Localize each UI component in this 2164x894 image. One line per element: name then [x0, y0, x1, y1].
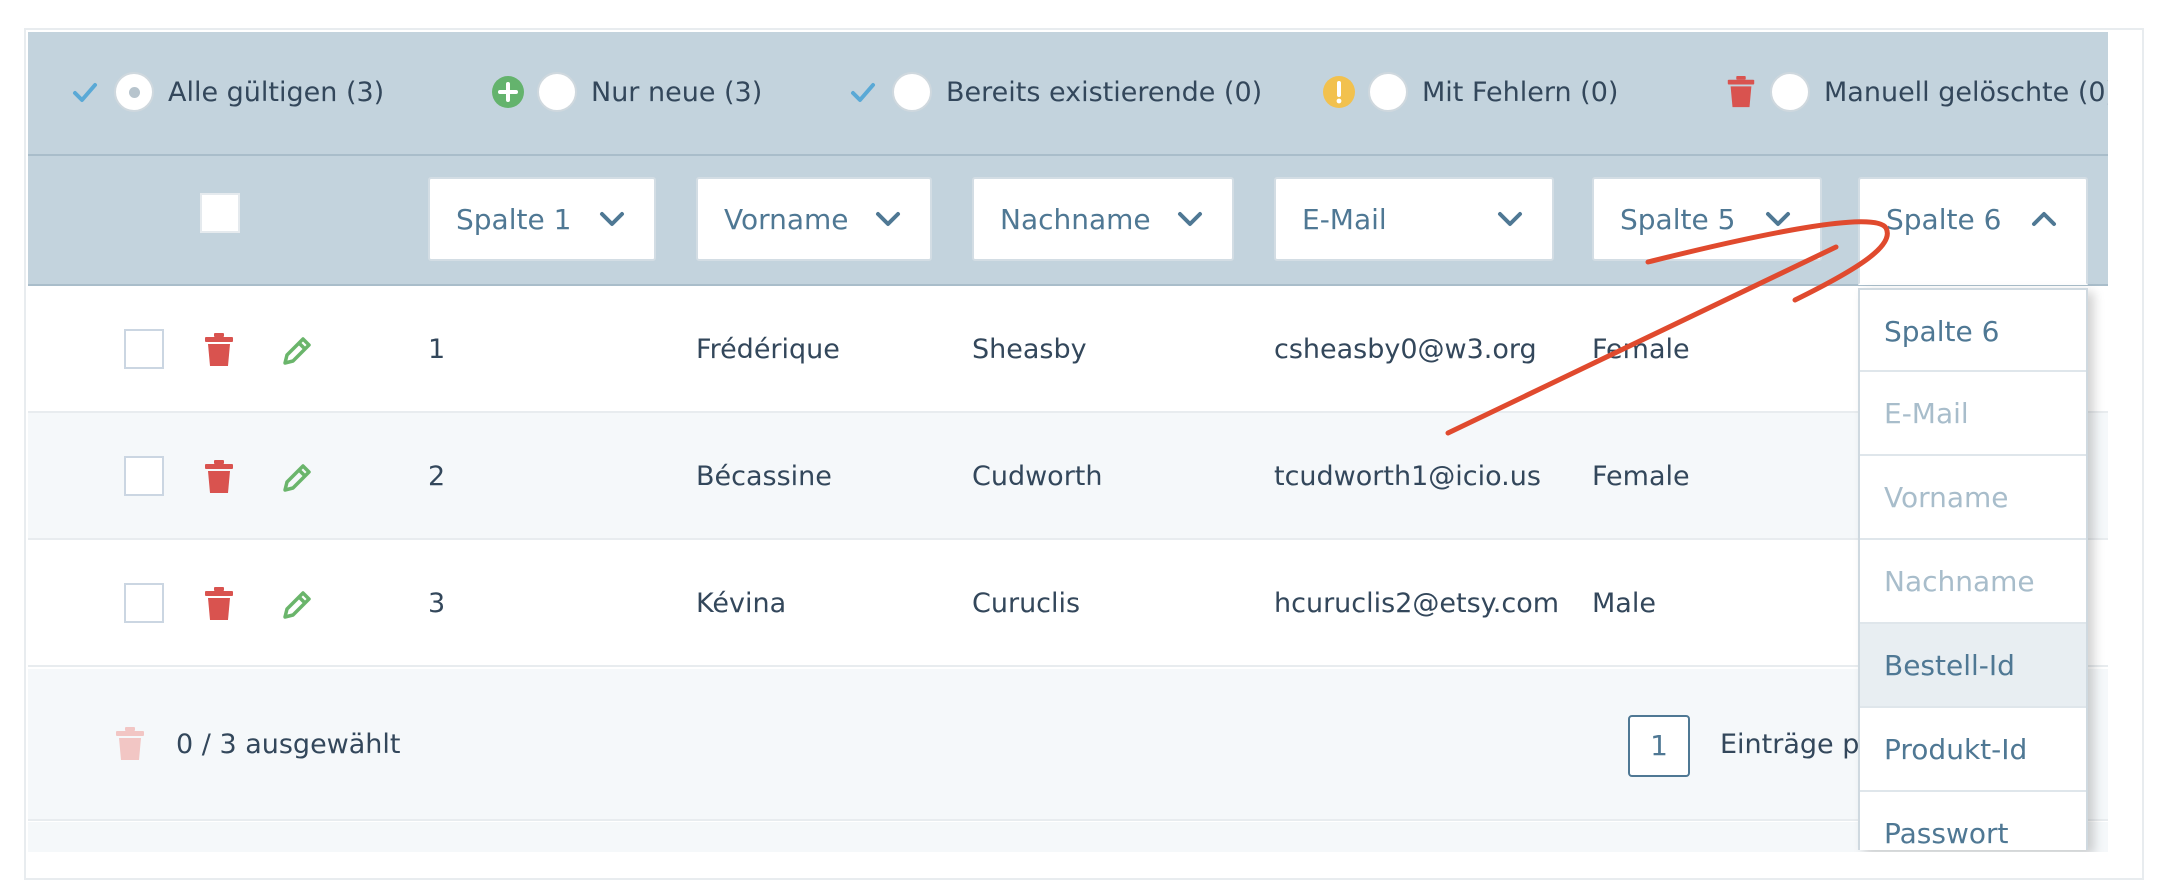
filter-label: Alle gültigen (3) [168, 76, 385, 108]
check-icon [73, 83, 97, 102]
table-row: 3 Kévina Curuclis hcuruclis2@etsy.com Ma… [28, 540, 2108, 667]
dropdown-option[interactable]: Produkt-Id [1860, 708, 2086, 792]
cell-vorname: Frédérique [696, 334, 840, 365]
filter-label: Mit Fehlern (0) [1422, 76, 1619, 108]
chevron-down-icon [876, 212, 900, 226]
chevron-down-icon [1178, 212, 1202, 226]
table-footer: 0 / 3 ausgewählt 1 Einträge pro [28, 669, 2108, 821]
row-checkbox[interactable] [124, 583, 164, 623]
pencil-icon[interactable] [280, 588, 314, 622]
cell-email: hcuruclis2@etsy.com [1274, 588, 1560, 619]
dropdown-option: Vorname [1860, 456, 2086, 540]
filter-label: Bereits existierende (0) [946, 76, 1263, 108]
filter-radio[interactable] [1770, 72, 1810, 112]
cell-nachname: Cudworth [972, 461, 1103, 492]
trash-icon[interactable] [203, 586, 235, 622]
filter-radio[interactable] [1368, 72, 1408, 112]
trash-icon[interactable] [203, 332, 235, 368]
cell-col1: 1 [428, 334, 446, 365]
cell-col1: 2 [428, 461, 446, 492]
dropdown-option[interactable]: Passwort [1860, 792, 2086, 850]
bottom-strip [28, 822, 2108, 852]
cell-col5: Male [1592, 588, 1656, 619]
column-select-label: Nachname [1000, 202, 1151, 236]
dropdown-option[interactable]: Spalte 6 [1860, 288, 2086, 372]
dropdown-option: E-Mail [1860, 372, 2086, 456]
column-select-label: Spalte 5 [1620, 202, 1736, 236]
check-icon [851, 83, 875, 102]
cell-col1: 3 [428, 588, 446, 619]
column-select-2[interactable]: Vorname [696, 177, 932, 261]
chevron-down-icon [1498, 212, 1522, 226]
pencil-icon[interactable] [280, 461, 314, 495]
select-all-checkbox[interactable] [200, 193, 240, 233]
cell-nachname: Sheasby [972, 334, 1087, 365]
filter-all-valid[interactable]: Alle gültigen (3) [68, 67, 384, 117]
filter-radio[interactable] [892, 72, 932, 112]
dropdown-option[interactable]: Bestell-Id [1860, 624, 2086, 708]
filter-radio[interactable] [537, 72, 577, 112]
column-select-5[interactable]: Spalte 5 [1592, 177, 1822, 261]
selection-count: 0 / 3 ausgewählt [176, 729, 401, 760]
chevron-down-icon [1766, 212, 1790, 226]
filter-only-new[interactable]: Nur neue (3) [491, 67, 762, 117]
filter-radio[interactable] [114, 72, 154, 112]
column-select-6[interactable]: Spalte 6 [1858, 177, 2088, 285]
import-preview-panel: Alle gültigen (3) Nur neue (3) Bereits e… [24, 28, 2144, 880]
filter-label: Manuell gelöschte (0) [1824, 76, 2108, 108]
warning-icon [1323, 76, 1355, 108]
column-select-4[interactable]: E-Mail [1274, 177, 1554, 261]
cell-vorname: Bécassine [696, 461, 832, 492]
row-checkbox[interactable] [124, 456, 164, 496]
filter-bar: Alle gültigen (3) Nur neue (3) Bereits e… [28, 32, 2108, 156]
column-select-3[interactable]: Nachname [972, 177, 1234, 261]
column-mapping-header: Spalte 1 Vorname Nachname E-Mail Spalte … [28, 156, 2108, 286]
cell-col5: Female [1592, 461, 1690, 492]
trash-icon[interactable] [114, 726, 146, 762]
page-number-button[interactable]: 1 [1628, 715, 1690, 777]
trash-icon[interactable] [203, 459, 235, 495]
filter-label: Nur neue (3) [591, 76, 763, 108]
filter-existing[interactable]: Bereits existierende (0) [846, 67, 1262, 117]
cell-email: tcudworth1@icio.us [1274, 461, 1541, 492]
cell-col5: Female [1592, 334, 1690, 365]
pencil-icon[interactable] [280, 334, 314, 368]
row-checkbox[interactable] [124, 329, 164, 369]
column-select-label: Spalte 6 [1886, 202, 2002, 236]
table-row: 1 Frédérique Sheasby csheasby0@w3.org Fe… [28, 286, 2108, 413]
column-select-label: Vorname [724, 202, 849, 236]
trash-icon [1727, 75, 1755, 108]
cell-vorname: Kévina [696, 588, 787, 619]
column-dropdown-list[interactable]: Spalte 6 E-Mail Vorname Nachname Bestell… [1858, 288, 2088, 850]
chevron-up-icon [2032, 212, 2056, 226]
chevron-down-icon [600, 212, 624, 226]
filter-with-errors[interactable]: Mit Fehlern (0) [1322, 67, 1618, 117]
import-table: Alle gültigen (3) Nur neue (3) Bereits e… [28, 32, 2108, 852]
table-row: 2 Bécassine Cudworth tcudworth1@icio.us … [28, 413, 2108, 540]
column-select-label: E-Mail [1302, 202, 1387, 236]
cell-email: csheasby0@w3.org [1274, 334, 1537, 365]
plus-circle-icon [492, 76, 524, 108]
cell-nachname: Curuclis [972, 588, 1081, 619]
dropdown-option: Nachname [1860, 540, 2086, 624]
column-select-1[interactable]: Spalte 1 [428, 177, 656, 261]
column-select-label: Spalte 1 [456, 202, 572, 236]
filter-manually-deleted[interactable]: Manuell gelöschte (0) [1724, 67, 2108, 117]
